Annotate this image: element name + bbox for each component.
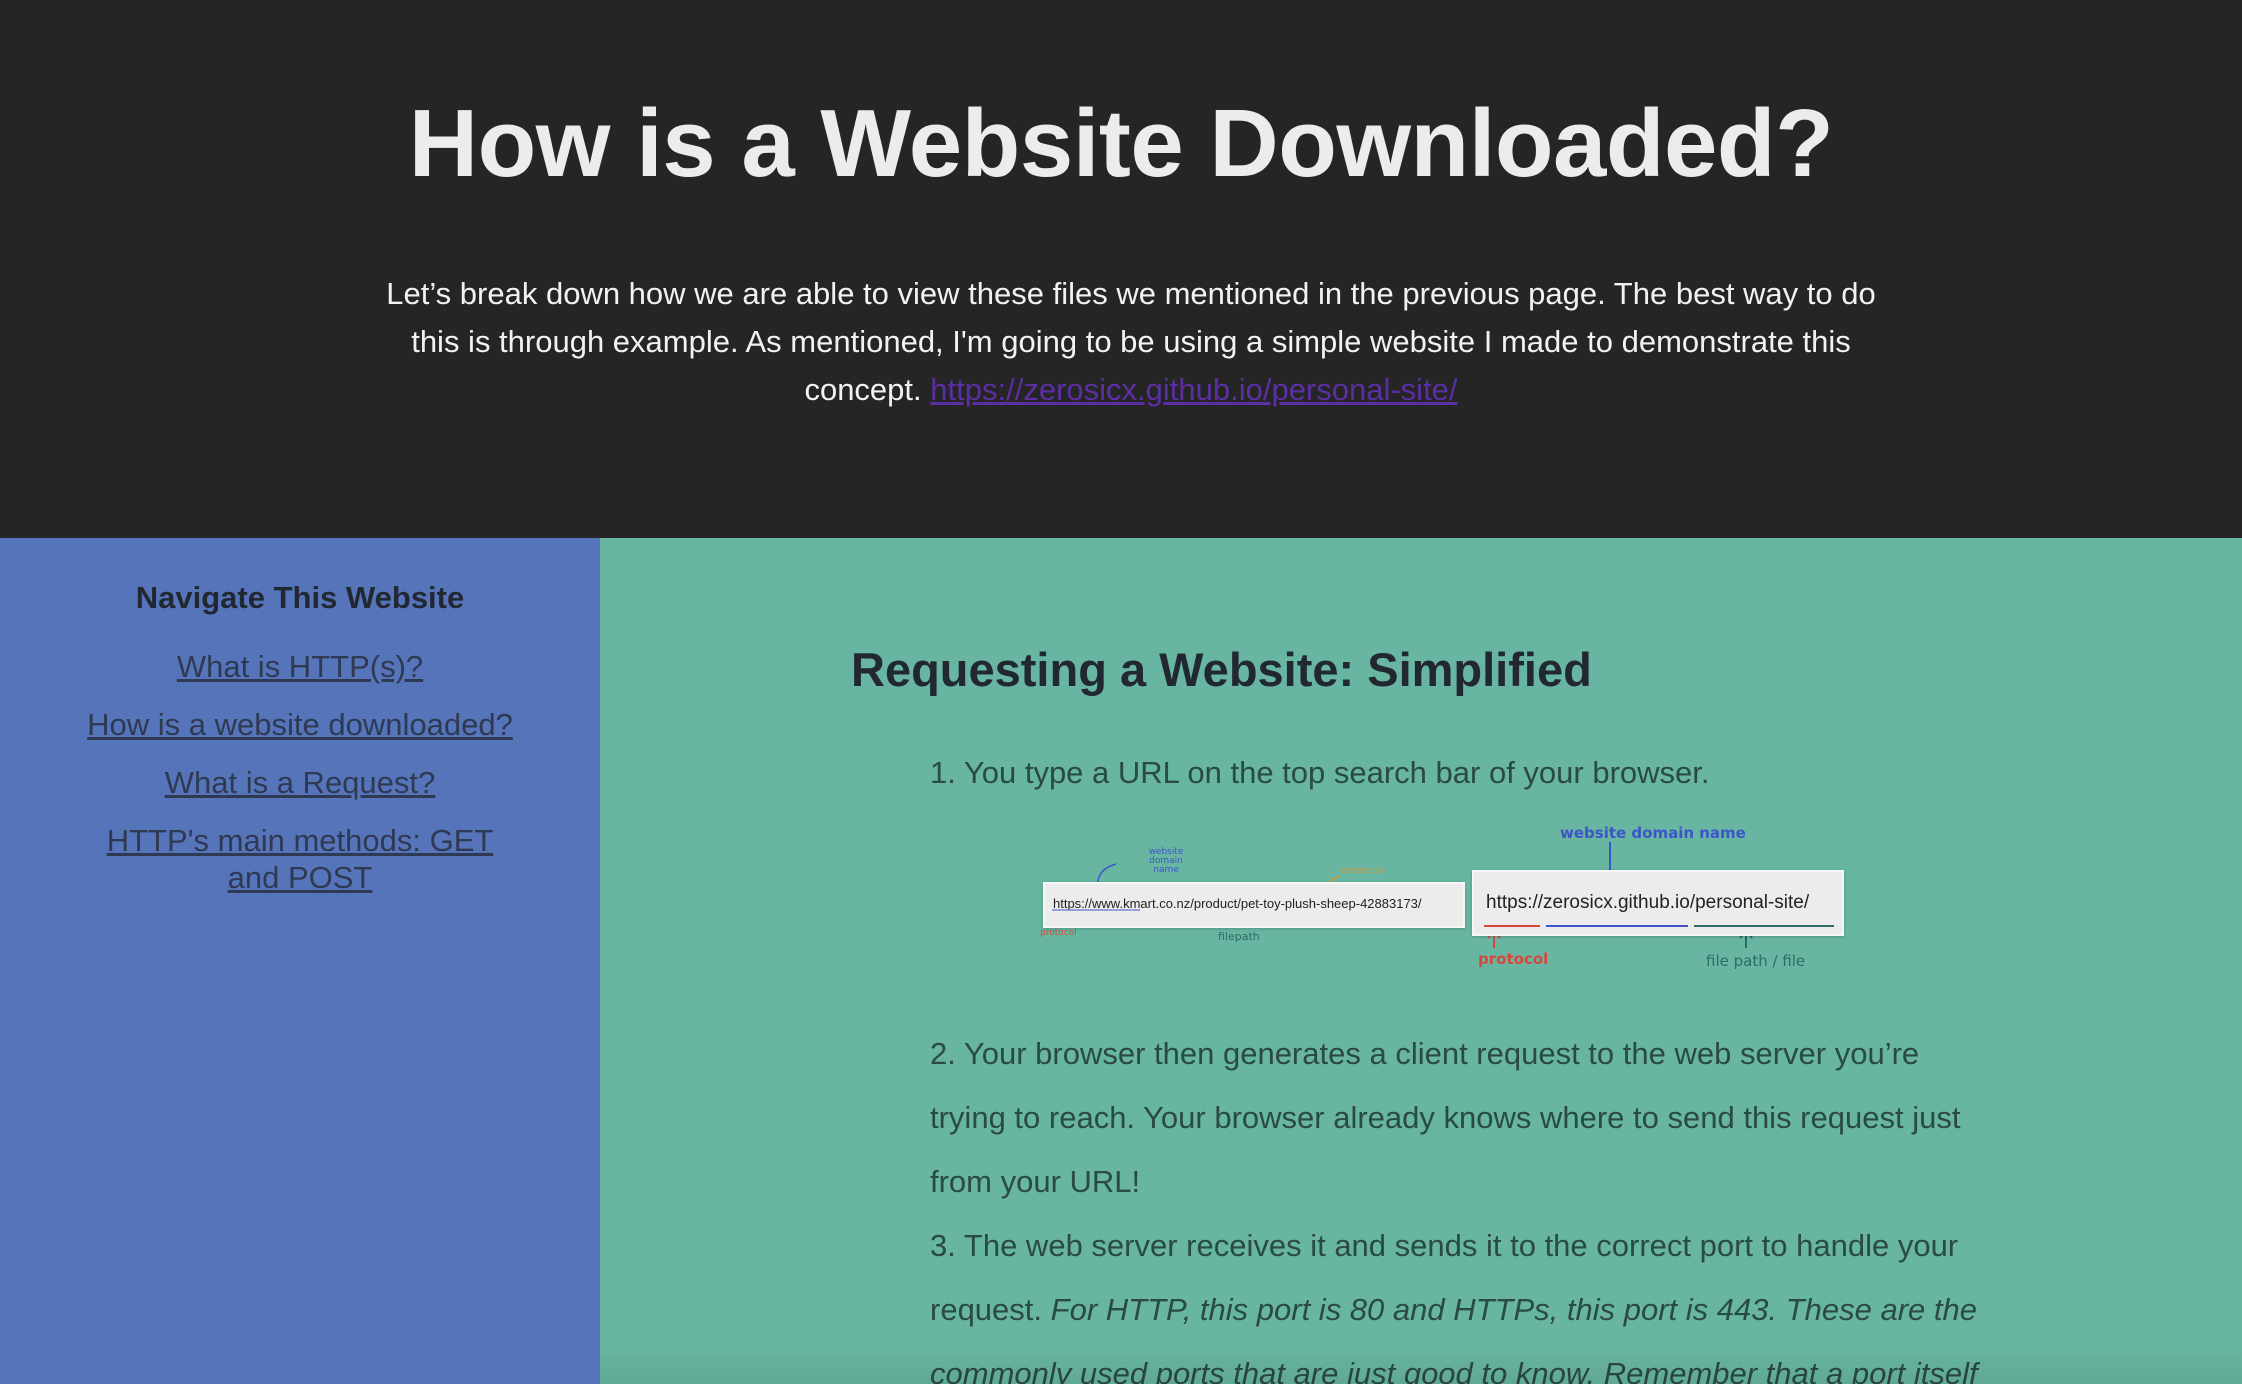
sidebar-item-how-downloaded: How is a website downloaded? — [80, 706, 520, 743]
nav-link-http-methods[interactable]: HTTP's main methods: GET and POST — [107, 823, 494, 895]
main-content: Requesting a Website: Simplified 1. You … — [600, 538, 2242, 1384]
sidebar-item-what-is-request: What is a Request? — [80, 764, 520, 801]
personal-site-link[interactable]: https://zerosicx.github.io/personal-site… — [930, 372, 1457, 407]
page-title: How is a Website Downloaded? — [408, 90, 1834, 197]
section-title: Requesting a Website: Simplified — [851, 643, 1592, 696]
sidebar: Navigate This Website What is HTTP(s)? H… — [0, 538, 600, 1384]
steps-2-3: 2. Your browser then generates a client … — [930, 1022, 1990, 1384]
label-small-protocol: protocol — [1040, 928, 1077, 938]
step-2: 2. Your browser then generates a client … — [930, 1036, 1961, 1199]
step-1: 1. You type a URL on the top search bar … — [930, 755, 1710, 790]
nav-link-how-downloaded[interactable]: How is a website downloaded? — [87, 707, 513, 742]
label-large-domain: website domain name — [1560, 824, 1746, 842]
intro-paragraph: Let’s break down how we are able to view… — [360, 270, 1902, 414]
scroll-fade — [600, 1344, 2242, 1384]
label-large-protocol: protocol — [1478, 950, 1549, 968]
label-large-filepath: file path / file — [1706, 952, 1806, 970]
sidebar-item-what-is-http: What is HTTP(s)? — [80, 648, 520, 685]
page-header: How is a Website Downloaded? Let’s break… — [0, 0, 2242, 538]
sidebar-title: Navigate This Website — [135, 580, 465, 615]
nav-link-what-is-request[interactable]: What is a Request? — [165, 765, 436, 800]
label-small-extension: extension — [1340, 866, 1384, 876]
sidebar-nav: What is HTTP(s)? How is a website downlo… — [80, 648, 520, 917]
label-small-filepath: filepath — [1218, 930, 1260, 943]
sidebar-item-http-methods: HTTP's main methods: GET and POST — [80, 822, 520, 896]
label-small-domain: website domain name — [1148, 847, 1184, 875]
url-anatomy-figure: https://www.kmart.co.nz/product/pet-toy-… — [1040, 824, 1860, 984]
nav-link-what-is-http[interactable]: What is HTTP(s)? — [177, 649, 423, 684]
